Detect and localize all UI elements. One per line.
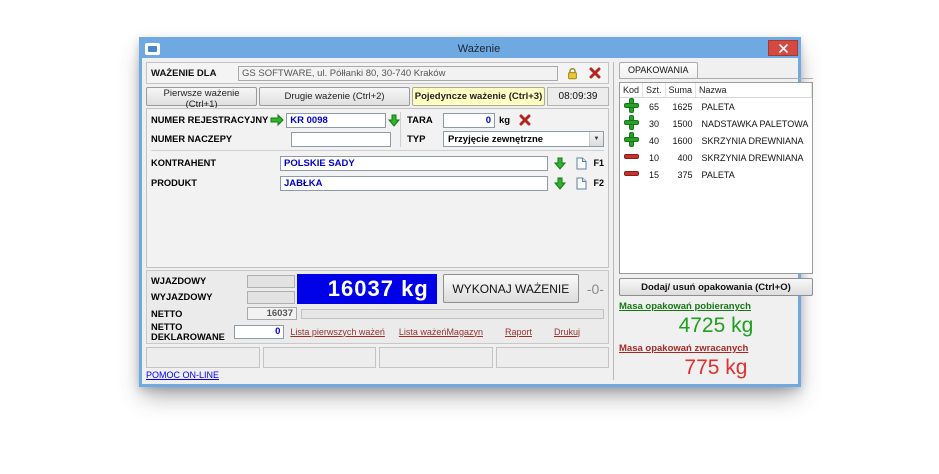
naczepy-spacer — [271, 131, 289, 147]
packaging-list: Kod Szt. Suma Nazwa 65 1625 PALETA — [619, 82, 813, 274]
close-icon — [779, 44, 788, 53]
typ-selected-value: Przyjęcie zewnętrzne — [444, 134, 589, 145]
status-cell-4 — [496, 347, 610, 368]
clear-wazenie-dla-icon[interactable] — [586, 65, 604, 81]
masa-zwracane-label: Masa opakowań zwracanych — [619, 343, 813, 354]
zero-indicator: -0- — [587, 281, 604, 297]
numer-rejestracyjny-input[interactable] — [286, 113, 386, 128]
netto-label: NETTO — [151, 309, 247, 319]
window-title: Ważenie — [160, 43, 798, 55]
netto-input — [247, 307, 297, 320]
table-row[interactable]: 30 1500 NADSTAWKA PALETOWA — [620, 115, 811, 132]
col-kod: Kod — [620, 83, 643, 98]
wjazdowy-label: WJAZDOWY — [151, 276, 247, 286]
tab-pojedyncze-wazenie[interactable]: Pojedyncze ważenie (Ctrl+3) — [412, 87, 545, 106]
kontrahent-fkey-label: F1 — [593, 158, 604, 168]
clock-display: 08:09:39 — [547, 87, 609, 106]
rejestracyjny-down-arrow-icon[interactable] — [388, 112, 400, 128]
masa-zwracane-value: 775 kg — [619, 356, 813, 380]
tara-label: TARA — [407, 115, 441, 126]
wazenie-dla-label: WAŻENIE DLA — [151, 68, 233, 79]
clear-tara-icon[interactable] — [516, 112, 534, 128]
table-row[interactable]: 15 375 PALETA — [620, 166, 811, 183]
col-suma: Suma — [665, 83, 696, 98]
masa-pobierane-label: Masa opakowań pobieranych — [619, 301, 813, 312]
weighing-mode-tabs: Pierwsze ważenie (Ctrl+1) Drugie ważenie… — [146, 87, 609, 106]
minus-icon — [625, 150, 638, 163]
titlebar: Ważenie — [142, 40, 798, 58]
chevron-down-icon[interactable]: ▼ — [589, 132, 603, 146]
netto-deklarowane-input[interactable] — [234, 325, 284, 339]
produkt-down-arrow-icon[interactable] — [551, 175, 569, 191]
packaging-tabstrip: OPAKOWANIA — [619, 62, 813, 79]
tara-input[interactable] — [443, 113, 495, 128]
wazenie-window: Ważenie WAŻENIE DLA Pierwsze ważenie (Ct… — [139, 37, 801, 387]
plus-icon — [625, 116, 638, 129]
wyjazdowy-input — [247, 291, 295, 304]
wjazdowy-input — [247, 275, 295, 288]
col-nazwa: Nazwa — [696, 83, 812, 98]
masa-pobierane-value: 4725 kg — [619, 314, 813, 338]
numer-naczepy-label: NUMER NACZEPY — [151, 134, 269, 144]
plus-icon — [625, 99, 638, 112]
weighing-form: NUMER REJESTRACYJNY NUMER NACZEPY — [146, 108, 609, 268]
lista-pierwszych-wazen-link[interactable]: Lista pierwszych ważeń — [290, 327, 385, 337]
magazyn-link[interactable]: Magazyn — [446, 327, 483, 337]
netto-deklarowane-label: NETTO DEKLAROWANE — [151, 322, 234, 342]
tab-drugie-wazenie[interactable]: Drugie ważenie (Ctrl+2) — [259, 87, 410, 106]
status-cell-2 — [263, 347, 377, 368]
green-right-arrow-icon[interactable] — [270, 112, 284, 128]
kontrahent-label: KONTRAHENT — [151, 158, 277, 168]
table-row[interactable]: 65 1625 PALETA — [620, 98, 811, 116]
table-row[interactable]: 40 1600 SKRZYNIA DREWNIANA — [620, 132, 811, 149]
lock-icon[interactable] — [563, 65, 581, 81]
status-cell-3 — [379, 347, 493, 368]
status-bar — [146, 347, 609, 368]
produkt-input[interactable] — [280, 176, 548, 191]
minus-icon — [625, 167, 638, 180]
numer-naczepy-input[interactable] — [291, 132, 391, 147]
raport-link[interactable]: Raport — [505, 327, 532, 337]
produkt-document-icon[interactable] — [572, 175, 590, 191]
wazenie-dla-input[interactable] — [238, 66, 558, 81]
window-content: WAŻENIE DLA Pierwsze ważenie (Ctrl+1) Dr… — [142, 58, 798, 384]
weighing-panel: WAŻENIE DLA Pierwsze ważenie (Ctrl+1) Dr… — [146, 62, 609, 380]
wykonaj-wazenie-button[interactable]: WYKONAJ WAŻENIE — [443, 274, 579, 303]
weight-results-section: WJAZDOWY WYJAZDOWY 16037 kg WYKONAJ WAŻE… — [146, 270, 609, 344]
produkt-label: PRODUKT — [151, 178, 277, 188]
kontrahent-document-icon[interactable] — [572, 155, 590, 171]
add-remove-packaging-button[interactable]: Dodaj/ usuń opakowania (Ctrl+O) — [619, 278, 813, 296]
status-cell-1 — [146, 347, 260, 368]
kontrahent-down-arrow-icon[interactable] — [551, 155, 569, 171]
wyjazdowy-label: WYJAZDOWY — [151, 292, 247, 302]
tab-pierwsze-wazenie[interactable]: Pierwsze ważenie (Ctrl+1) — [146, 87, 257, 106]
numer-rejestracyjny-label: NUMER REJESTRACYJNY — [151, 115, 268, 125]
action-links: Lista pierwszych ważeń Lista ważeń Magaz… — [290, 327, 604, 337]
app-icon — [145, 43, 160, 55]
lista-wazen-link[interactable]: Lista ważeń — [399, 327, 447, 337]
packaging-panel: OPAKOWANIA Kod Szt. Suma Nazwa — [613, 62, 813, 380]
plus-icon — [625, 133, 638, 146]
col-szt: Szt. — [643, 83, 666, 98]
wazenie-dla-section: WAŻENIE DLA — [146, 62, 609, 84]
packaging-table-header: Kod Szt. Suma Nazwa — [620, 83, 811, 98]
drukuj-link[interactable]: Drukuj — [554, 327, 580, 337]
typ-select[interactable]: Przyjęcie zewnętrzne ▼ — [443, 131, 604, 147]
table-row[interactable]: 10 400 SKRZYNIA DREWNIANA — [620, 149, 811, 166]
weight-display: 16037 kg — [297, 274, 437, 304]
tara-unit-label: kg — [499, 115, 510, 126]
close-button[interactable] — [768, 40, 798, 56]
netto-indicator-bar — [301, 309, 604, 319]
typ-label: TYP — [407, 134, 441, 145]
pomoc-online-link[interactable]: POMOC ON-LINE — [146, 370, 236, 380]
kontrahent-input[interactable] — [280, 156, 548, 171]
tab-opakowania[interactable]: OPAKOWANIA — [619, 62, 698, 78]
produkt-fkey-label: F2 — [593, 178, 604, 188]
